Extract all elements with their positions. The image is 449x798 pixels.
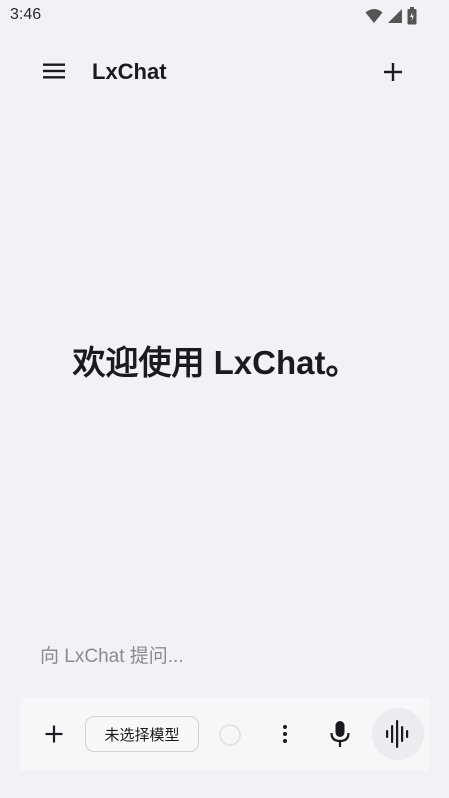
status-bar: 3:46 [0,0,449,32]
voice-waveform-icon [386,720,409,748]
prompt-input[interactable] [30,640,420,674]
more-vertical-icon [283,725,287,743]
more-options-button[interactable] [274,722,296,746]
menu-button[interactable] [40,58,72,86]
microphone-icon [330,721,350,747]
welcome-message: 欢迎使用 LxChat。 [0,336,449,384]
app-bar: LxChat [0,48,449,96]
new-chat-button[interactable] [377,56,409,88]
voice-mode-button[interactable] [372,708,424,760]
attach-button[interactable] [40,720,68,748]
microphone-button[interactable] [326,719,354,749]
app-title: LxChat [92,59,167,84]
plus-icon [45,725,63,743]
composer-toolbar: 未选择模型 [20,697,430,771]
status-icons [365,7,417,25]
model-select-chip[interactable]: 未选择模型 [85,716,199,752]
loading-spinner [219,724,241,746]
plus-icon [384,63,402,81]
status-time: 3:46 [10,6,42,23]
signal-icon [388,9,402,23]
battery-icon [407,7,417,25]
wifi-icon [365,9,383,23]
menu-icon [43,63,65,79]
welcome-text: 欢迎使用 LxChat。 [72,344,359,381]
